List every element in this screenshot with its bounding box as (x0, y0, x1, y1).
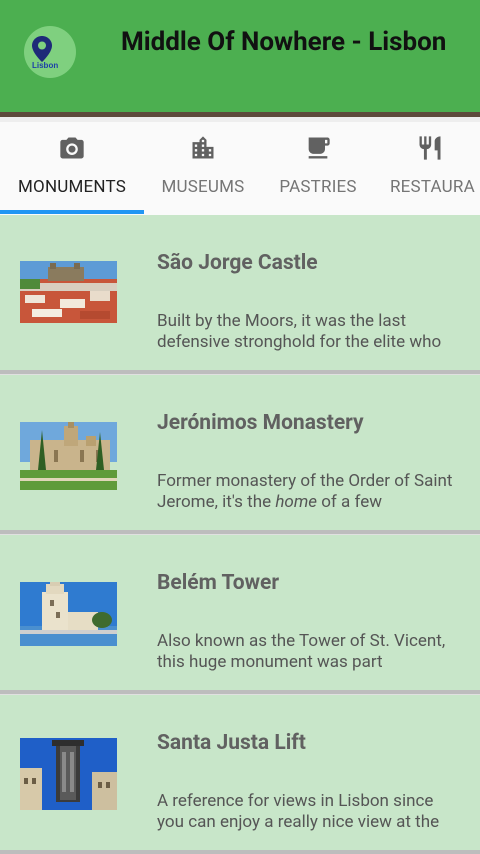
tab-label: MONUMENTS (18, 177, 126, 197)
list-item[interactable]: Santa Justa Lift A reference for views i… (0, 694, 480, 854)
item-title: Belém Tower (157, 571, 280, 595)
tab-indicator (0, 210, 144, 214)
app-logo: Lisbon (24, 26, 76, 78)
item-description: Built by the Moors, it was the last defe… (157, 311, 442, 352)
map-pin-icon (32, 36, 52, 62)
list-item[interactable]: Jerónimos Monastery Former monastery of … (0, 374, 480, 534)
building-icon (192, 136, 214, 159)
item-description: Also known as the Tower of St. Vicent, t… (157, 631, 446, 672)
thumbnail-image (20, 582, 117, 646)
tab-bar: MONUMENTS MUSEUMS PASTRIES RESTAURA (0, 122, 480, 216)
thumbnail-image (20, 738, 117, 810)
app-title: Middle Of Nowhere - Lisbon (121, 27, 447, 57)
item-title: Santa Justa Lift (157, 731, 306, 755)
list-item[interactable]: Belém Tower Also known as the Tower of S… (0, 534, 480, 694)
tab-pastries[interactable]: PASTRIES (262, 122, 374, 215)
fork-knife-icon (419, 136, 441, 160)
desc-emphasis: home (275, 492, 318, 512)
desc-text: of a few (317, 492, 383, 512)
monument-list: São Jorge Castle Built by the Moors, it … (0, 215, 480, 854)
thumbnail-image (20, 422, 117, 490)
app-bar: Lisbon Middle Of Nowhere - Lisbon (0, 0, 480, 117)
tab-label: RESTAURA (390, 177, 475, 197)
camera-icon (60, 137, 84, 159)
item-description: A reference for views in Lisbon since yo… (157, 791, 440, 832)
tab-museums[interactable]: MUSEUMS (144, 122, 262, 215)
logo-text: Lisbon (32, 61, 59, 70)
item-title: Jerónimos Monastery (157, 411, 364, 435)
tab-label: PASTRIES (279, 177, 357, 197)
thumbnail-image (20, 261, 117, 323)
tab-restaurants[interactable]: RESTAURA (374, 122, 480, 215)
tab-monuments[interactable]: MONUMENTS (0, 122, 144, 215)
list-item[interactable]: São Jorge Castle Built by the Moors, it … (0, 215, 480, 374)
item-title: São Jorge Castle (157, 251, 318, 275)
item-description: Former monastery of the Order of Saint J… (157, 471, 462, 513)
tab-label: MUSEUMS (161, 177, 245, 197)
coffee-icon (308, 137, 330, 159)
